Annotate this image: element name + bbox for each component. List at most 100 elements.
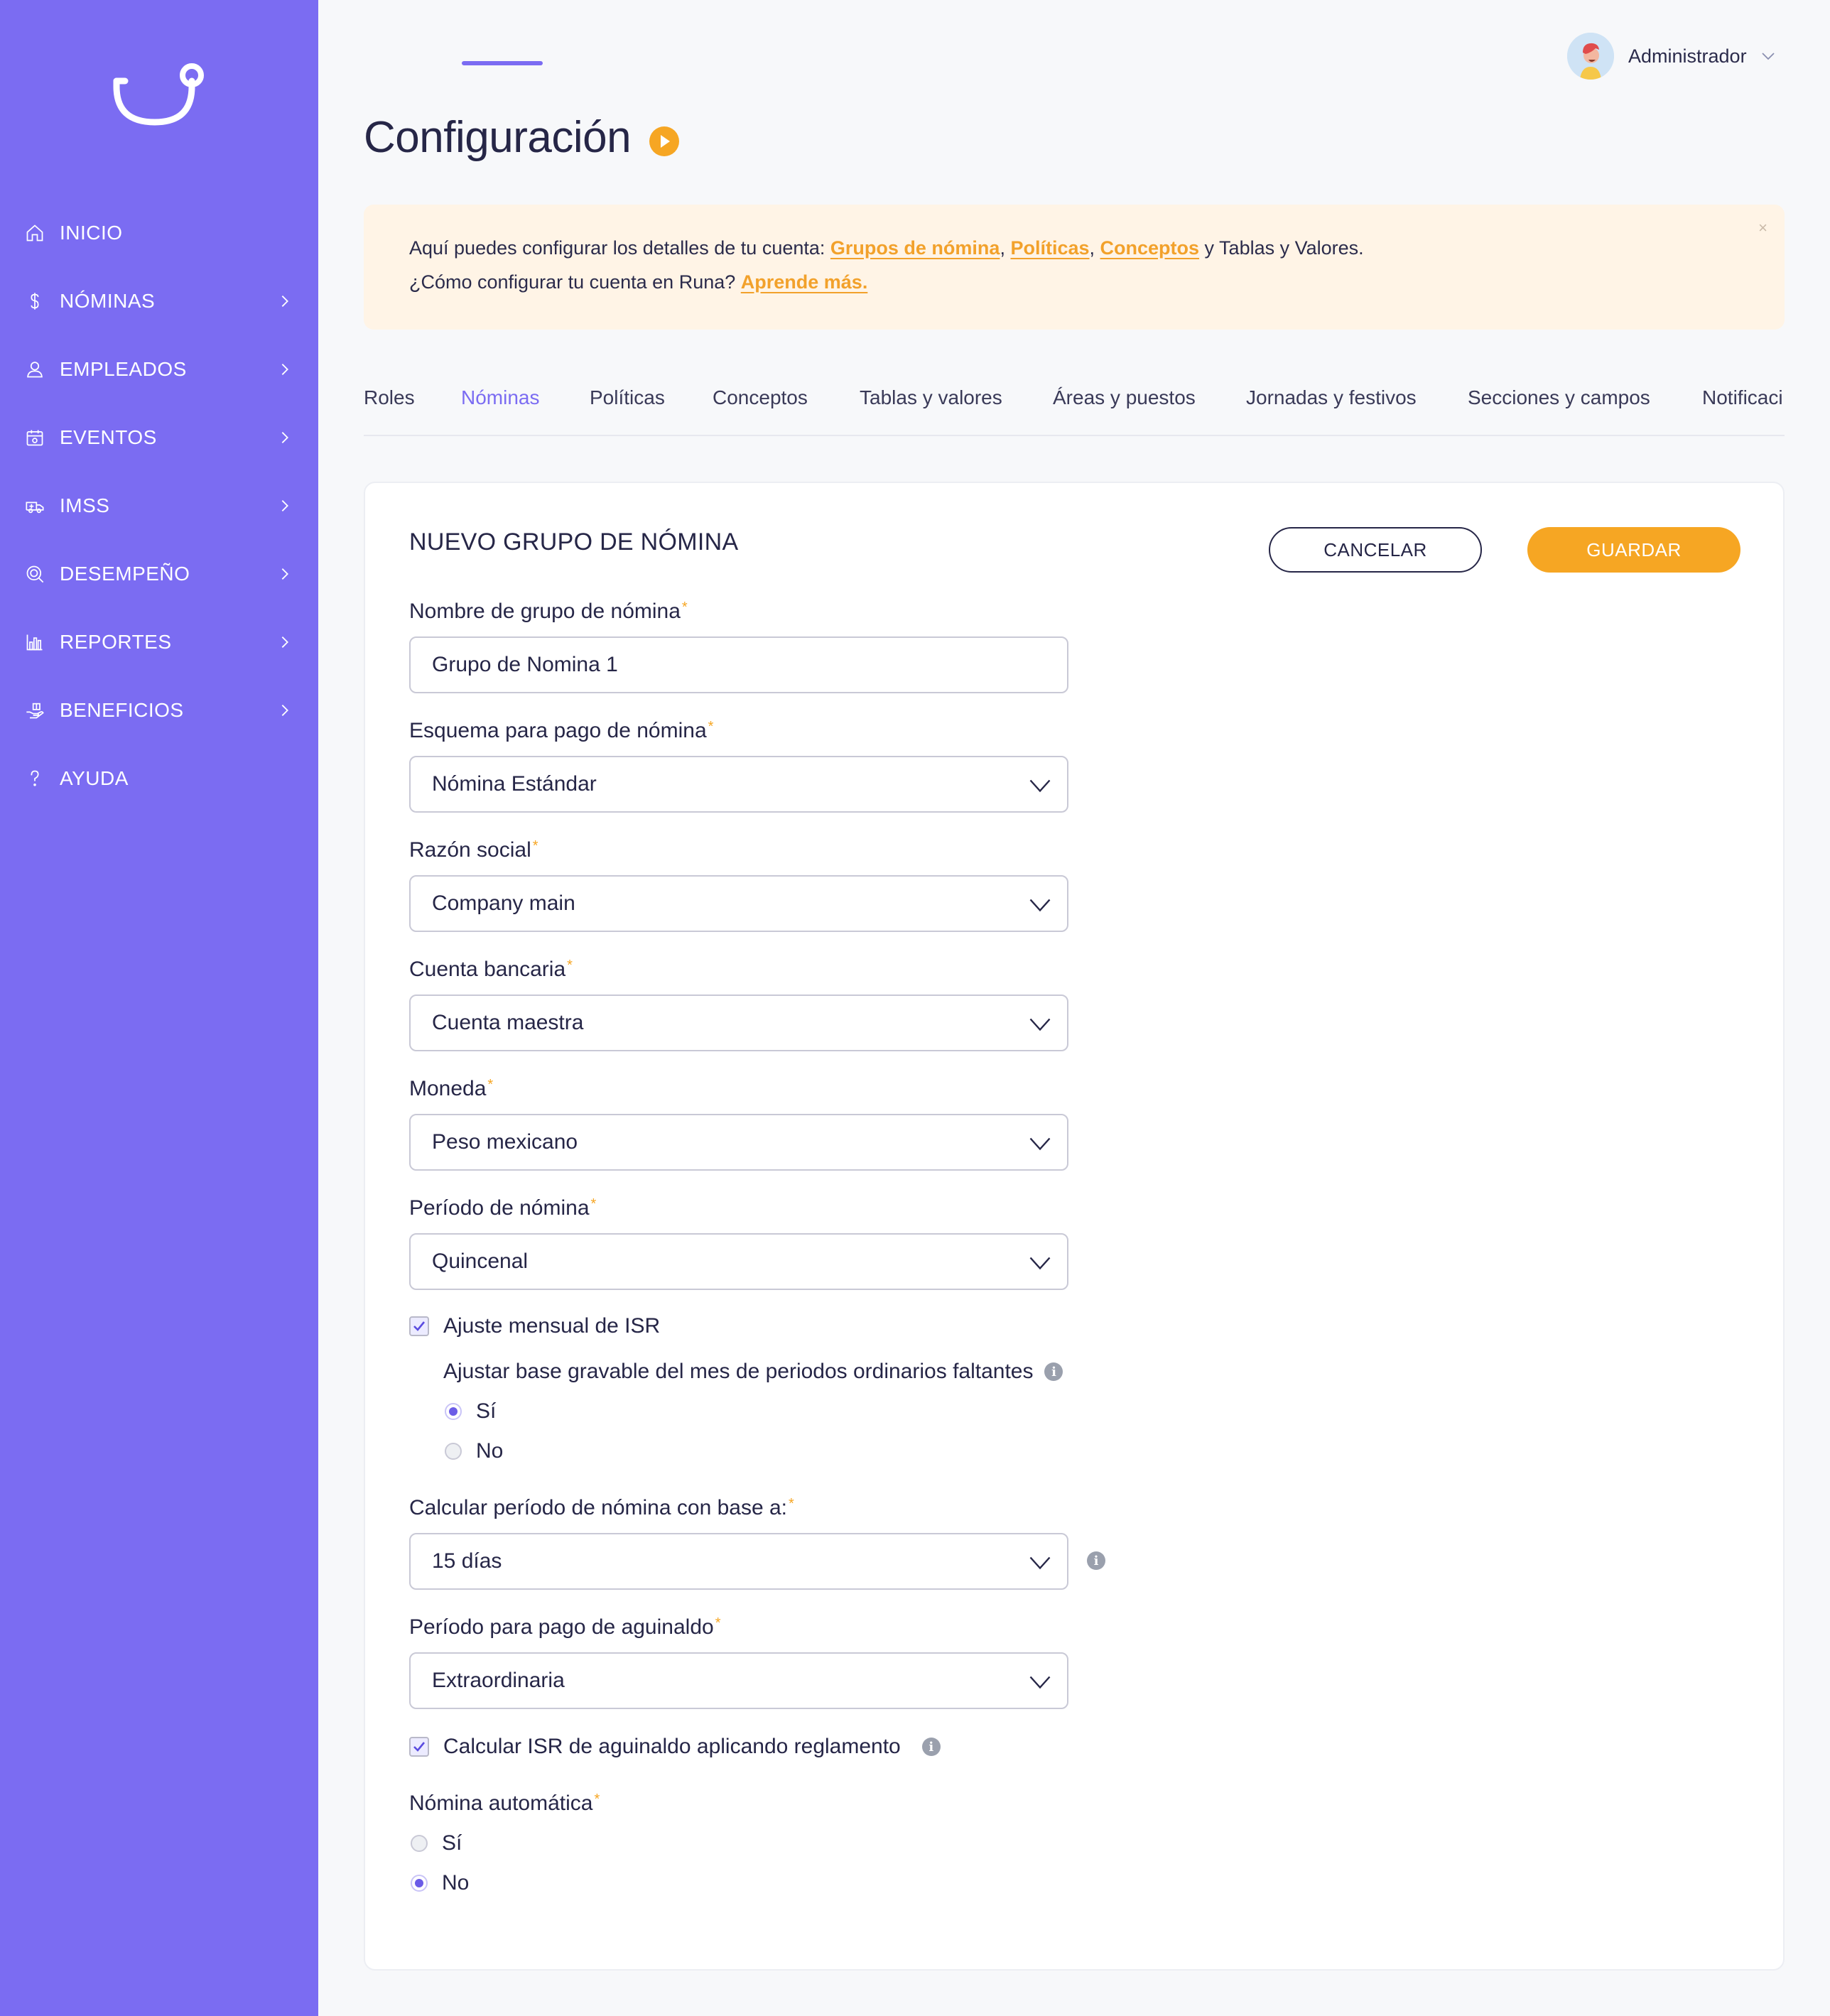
chevron-down-icon: [1029, 779, 1051, 793]
sidebar-item-reportes[interactable]: REPORTES: [0, 608, 318, 676]
sidebar-item-desempeno[interactable]: DESEMPEÑO: [0, 540, 318, 608]
required-mark: *: [590, 1196, 597, 1212]
automatica-no-radio[interactable]: [411, 1875, 428, 1892]
info-icon[interactable]: i: [1087, 1551, 1105, 1570]
sidebar-item-label: IMSS: [60, 494, 110, 516]
label-text: Nombre de grupo de nómina: [409, 600, 681, 623]
label-text: Cuenta bancaria: [409, 958, 566, 981]
chevron-right-icon: [281, 500, 288, 511]
label-text: Esquema para pago de nómina: [409, 719, 707, 742]
esquema-label: Esquema para pago de nómina *: [409, 719, 713, 743]
label-text: Calcular período de nómina con base a:: [409, 1496, 788, 1519]
sidebar-item-imss[interactable]: IMSS: [0, 472, 318, 540]
sidebar-item-empleados[interactable]: EMPLEADOS: [0, 335, 318, 403]
banner-separator: ,: [1000, 237, 1011, 259]
cancel-button[interactable]: CANCELAR: [1269, 527, 1482, 573]
select-value: Cuenta maestra: [432, 1011, 584, 1034]
select-value: Quincenal: [432, 1250, 529, 1273]
link-aprende-mas[interactable]: Aprende más.: [741, 271, 868, 293]
sidebar-item-eventos[interactable]: EVENTOS: [0, 403, 318, 472]
link-conceptos[interactable]: Conceptos: [1100, 237, 1200, 259]
sidebar-item-label: INICIO: [60, 222, 123, 244]
hand-gift-icon: [24, 700, 45, 721]
avatar: [1567, 33, 1614, 80]
radio-label: Sí: [476, 1399, 497, 1423]
automatica-label: Nómina automática *: [409, 1792, 600, 1816]
ajuste-isr-checkbox[interactable]: [409, 1316, 429, 1336]
label-text: Razón social: [409, 838, 531, 862]
ajuste-isr-label: Ajuste mensual de ISR: [443, 1314, 661, 1338]
ajustar-base-no-row: No: [445, 1439, 503, 1463]
select-value: Company main: [432, 892, 575, 915]
chevron-right-icon: [281, 705, 288, 716]
form-card: NUEVO GRUPO DE NÓMINA CANCELAR GUARDAR N…: [364, 482, 1785, 1971]
sidebar-item-beneficios[interactable]: BENEFICIOS: [0, 676, 318, 744]
banner-text: ¿Cómo configurar tu cuenta en Runa?: [409, 271, 741, 293]
tab-conceptos[interactable]: Conceptos: [713, 386, 808, 409]
question-icon: [24, 768, 45, 789]
ajustar-base-no-radio[interactable]: [445, 1443, 462, 1460]
sidebar-item-nominas[interactable]: NÓMINAS: [0, 267, 318, 335]
user-icon: [24, 359, 45, 380]
check-icon: [413, 1742, 426, 1752]
chevron-down-icon: [1029, 1556, 1051, 1570]
tab-politicas[interactable]: Políticas: [590, 386, 665, 409]
automatica-yes-radio[interactable]: [411, 1835, 428, 1852]
aguinaldo-label: Período para pago de aguinaldo *: [409, 1615, 720, 1640]
moneda-select[interactable]: Peso mexicano: [409, 1114, 1068, 1171]
aguinaldo-select[interactable]: Extraordinaria: [409, 1652, 1068, 1709]
tab-nominas[interactable]: Nóminas: [461, 386, 539, 409]
automatica-no-row: No: [411, 1871, 469, 1895]
link-grupos-de-nomina[interactable]: Grupos de nómina: [830, 237, 1000, 259]
sidebar-item-ayuda[interactable]: AYUDA: [0, 744, 318, 813]
user-menu[interactable]: Administrador: [1567, 33, 1777, 80]
save-button[interactable]: GUARDAR: [1527, 527, 1740, 573]
razon-label: Razón social *: [409, 838, 538, 862]
page-title: Configuración: [364, 113, 632, 162]
isr-aguinaldo-row: Calcular ISR de aguinaldo aplicando regl…: [409, 1735, 941, 1759]
esquema-select[interactable]: Nómina Estándar: [409, 756, 1068, 813]
info-icon[interactable]: i: [1044, 1362, 1063, 1381]
select-value: Nómina Estándar: [432, 772, 597, 796]
isr-aguinaldo-checkbox[interactable]: [409, 1737, 429, 1757]
sidebar-item-label: NÓMINAS: [60, 290, 156, 312]
tab-jornadas-y-festivos[interactable]: Jornadas y festivos: [1246, 386, 1417, 409]
tab-tablas-y-valores[interactable]: Tablas y valores: [860, 386, 1002, 409]
tab-areas-y-puestos[interactable]: Áreas y puestos: [1053, 386, 1196, 409]
tab-roles[interactable]: Roles: [364, 386, 415, 409]
info-icon[interactable]: i: [921, 1738, 941, 1756]
nombre-input[interactable]: Grupo de Nomina 1: [409, 636, 1068, 693]
chevron-right-icon: [281, 296, 288, 307]
label-text: Moneda: [409, 1077, 487, 1100]
required-mark: *: [594, 1792, 600, 1807]
required-mark: *: [532, 838, 538, 854]
required-mark: *: [715, 1615, 721, 1631]
ajustar-base-yes-radio[interactable]: [445, 1403, 462, 1420]
chevron-right-icon: [281, 432, 288, 443]
close-icon[interactable]: ×: [1758, 219, 1767, 237]
required-mark: *: [487, 1077, 494, 1093]
tab-notificaciones[interactable]: Notificaci: [1702, 386, 1783, 409]
banner-line-2: ¿Cómo configurar tu cuenta en Runa? Apre…: [409, 271, 867, 293]
banner-line-1: Aquí puedes configurar los detalles de t…: [409, 237, 1364, 259]
razon-select[interactable]: Company main: [409, 875, 1068, 932]
banner-text: y Tablas y Valores.: [1199, 237, 1364, 259]
calcular-label: Calcular período de nómina con base a: *: [409, 1496, 794, 1520]
cuenta-select[interactable]: Cuenta maestra: [409, 995, 1068, 1051]
sidebar-item-inicio[interactable]: INICIO: [0, 199, 318, 267]
required-mark: *: [789, 1496, 794, 1512]
config-tabs: Roles Nóminas Políticas Conceptos Tablas…: [364, 369, 1785, 436]
sidebar-item-label: EVENTOS: [60, 426, 157, 448]
play-video-icon[interactable]: [649, 126, 679, 156]
automatica-yes-row: Sí: [411, 1831, 462, 1855]
info-banner: Aquí puedes configurar los detalles de t…: [364, 205, 1785, 330]
check-icon: [413, 1321, 426, 1331]
ajustar-base-label: Ajustar base gravable del mes de periodo…: [443, 1360, 1063, 1384]
link-politicas[interactable]: Políticas: [1010, 237, 1089, 259]
sidebar-item-label: DESEMPEÑO: [60, 563, 190, 585]
periodo-select[interactable]: Quincenal: [409, 1233, 1068, 1290]
tab-secciones-y-campos[interactable]: Secciones y campos: [1468, 386, 1650, 409]
isr-aguinaldo-label: Calcular ISR de aguinaldo aplicando regl…: [443, 1735, 901, 1758]
runa-logo[interactable]: [112, 60, 205, 131]
calcular-select[interactable]: 15 días: [409, 1533, 1068, 1590]
